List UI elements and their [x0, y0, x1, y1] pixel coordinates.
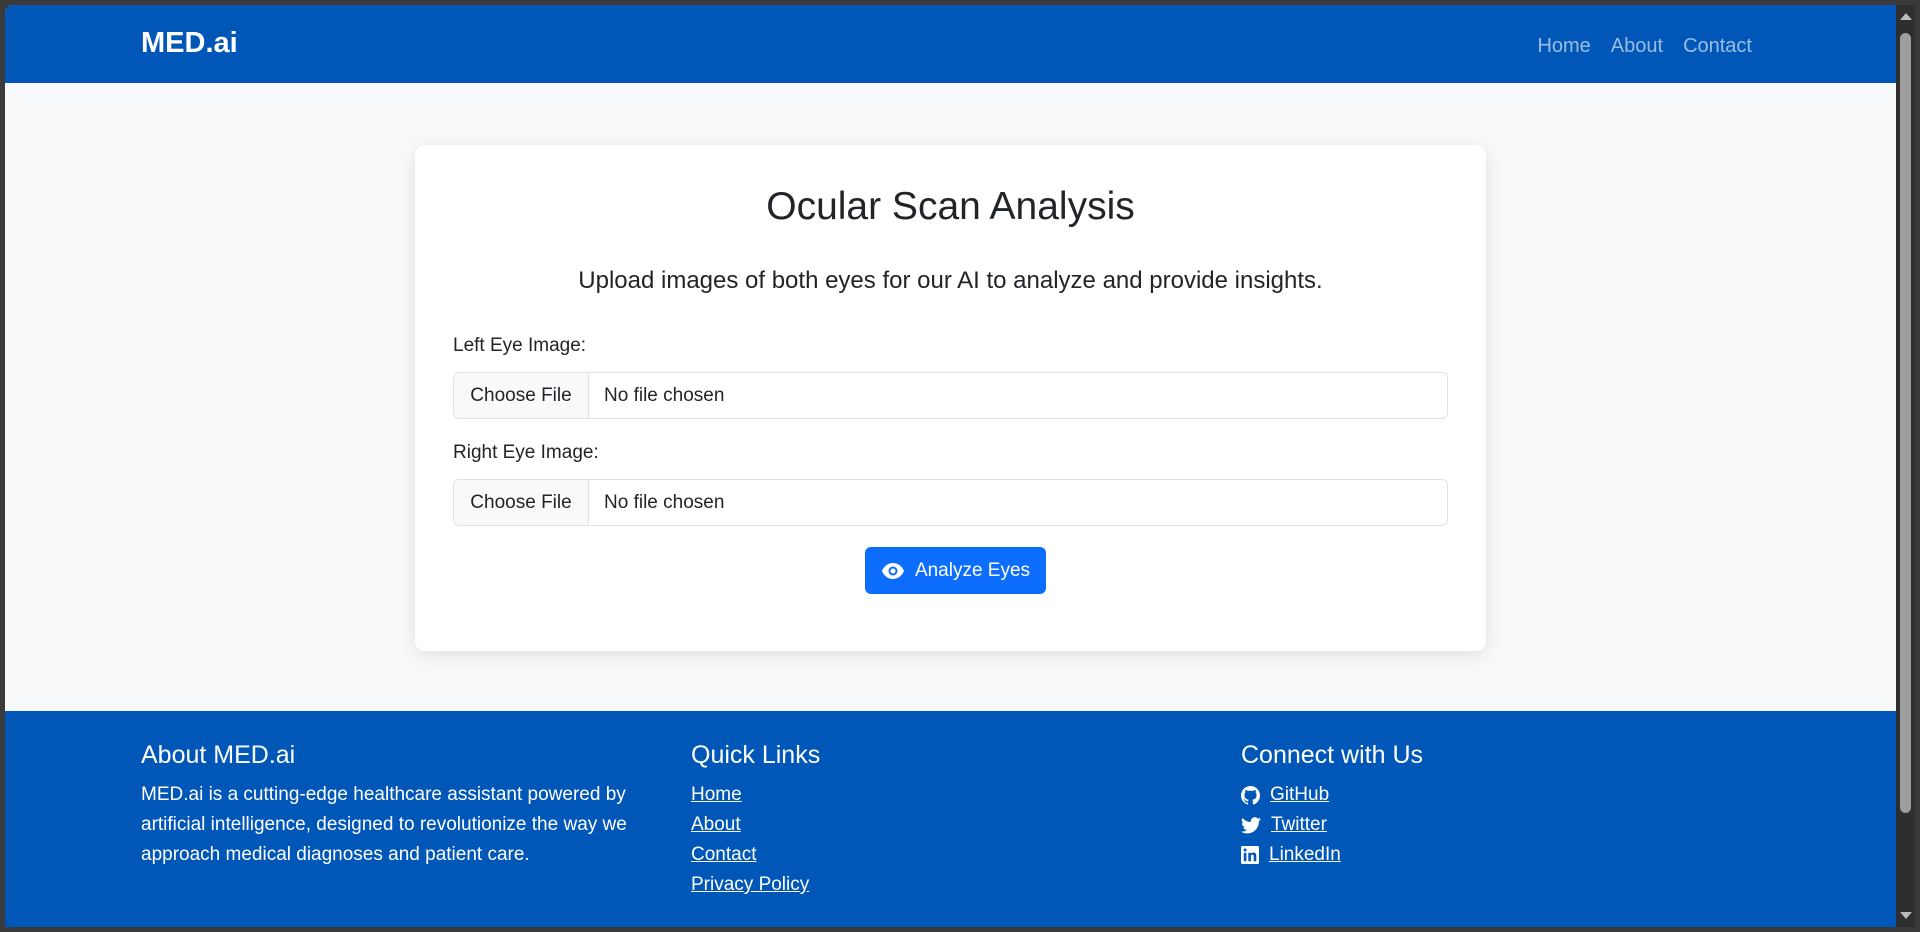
footer-about-title: About MED.ai	[141, 741, 296, 769]
scrollbar-thumb[interactable]	[1900, 33, 1911, 813]
social-github[interactable]: GitHub	[1270, 780, 1329, 810]
footer-link-home[interactable]: Home	[691, 780, 742, 810]
social-twitter[interactable]: Twitter	[1271, 810, 1327, 840]
footer-quick-title: Quick Links	[691, 741, 821, 769]
analyze-eyes-label: Analyze Eyes	[914, 559, 1031, 581]
footer-link-privacy[interactable]: Privacy Policy	[691, 870, 809, 900]
vertical-scrollbar[interactable]	[1896, 5, 1915, 927]
navbar: MED.ai Home About Contact	[5, 5, 1896, 83]
right-eye-file-input[interactable]: Choose File No file chosen	[453, 479, 1448, 526]
nav-home[interactable]: Home	[1537, 35, 1590, 58]
lead-text: Upload images of both eyes for our AI to…	[578, 267, 1323, 294]
linkedin-icon	[1241, 846, 1259, 864]
right-file-status: No file chosen	[604, 491, 725, 513]
upload-card: Ocular Scan Analysis Upload images of bo…	[415, 145, 1486, 651]
left-choose-file-button[interactable]: Choose File	[454, 373, 589, 418]
social-linkedin[interactable]: LinkedIn	[1269, 840, 1341, 870]
footer: About MED.ai MED.ai is a cutting-edge he…	[5, 711, 1896, 927]
nav-about[interactable]: About	[1611, 35, 1663, 58]
nav-links: Home About Contact	[1537, 35, 1752, 58]
left-file-status: No file chosen	[604, 384, 725, 406]
footer-about: About MED.ai MED.ai is a cutting-edge he…	[141, 741, 681, 870]
nav-contact[interactable]: Contact	[1683, 35, 1752, 58]
brand-logo[interactable]: MED.ai	[141, 27, 238, 60]
footer-connect-title: Connect with Us	[1241, 741, 1424, 769]
page-title: Ocular Scan Analysis	[766, 185, 1135, 228]
footer-link-contact[interactable]: Contact	[691, 840, 756, 870]
twitter-icon	[1241, 816, 1261, 833]
left-eye-label: Left Eye Image:	[453, 335, 587, 356]
browser-viewport: MED.ai Home About Contact Ocular Scan An…	[5, 5, 1896, 927]
scroll-down-arrow-icon[interactable]	[1900, 912, 1912, 919]
right-eye-label: Right Eye Image:	[453, 442, 599, 463]
eye-icon	[881, 562, 904, 579]
footer-connect: Connect with Us GitHub Twitter LinkedIn	[1241, 741, 1423, 870]
left-eye-file-input[interactable]: Choose File No file chosen	[453, 372, 1448, 419]
footer-quick-links: Quick Links Home About Contact Privacy P…	[691, 741, 820, 900]
scroll-up-arrow-icon[interactable]	[1900, 13, 1912, 20]
analyze-eyes-button[interactable]: Analyze Eyes	[865, 547, 1046, 594]
footer-about-text: MED.ai is a cutting-edge healthcare assi…	[141, 784, 627, 865]
footer-link-about[interactable]: About	[691, 810, 741, 840]
github-icon	[1241, 785, 1260, 805]
right-choose-file-button[interactable]: Choose File	[454, 480, 589, 525]
